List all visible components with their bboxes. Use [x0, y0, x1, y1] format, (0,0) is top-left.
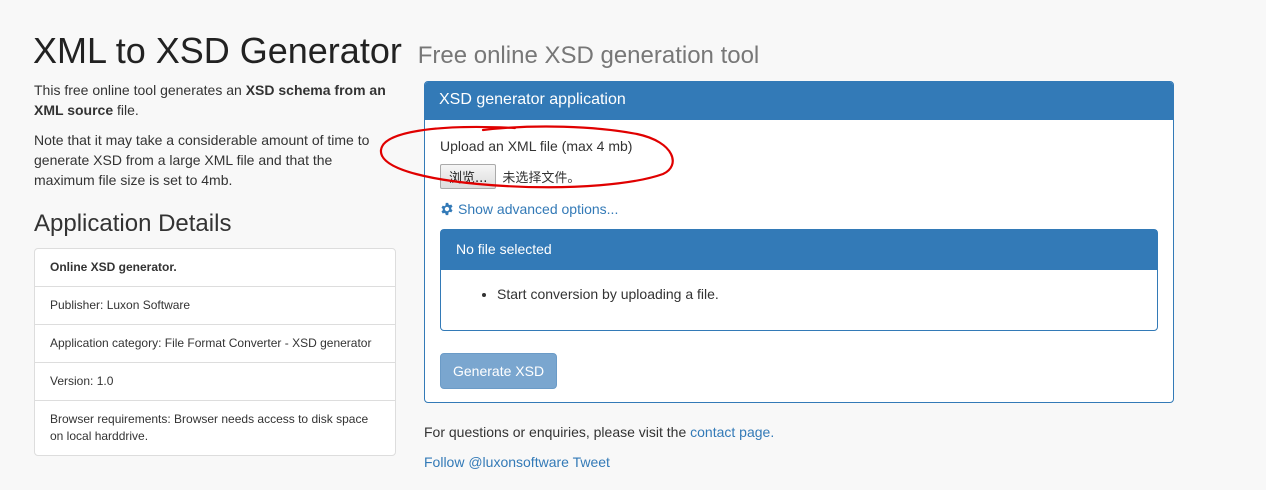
page-header: XML to XSD Generator Free online XSD gen… — [33, 30, 759, 72]
advanced-options-label: Show advanced options... — [458, 201, 619, 217]
status-item: Start conversion by uploading a file. — [497, 286, 1157, 302]
browse-button[interactable]: 浏览... — [440, 164, 497, 189]
panel-body: Upload an XML file (max 4 mb) 浏览... 未选择文… — [425, 120, 1173, 405]
panel-heading: XSD generator application — [425, 82, 1173, 120]
intro-p1-prefix: This free online tool generates an — [34, 82, 246, 98]
file-status: 未选择文件。 — [502, 171, 581, 186]
details-item-publisher: Publisher: Luxon Software — [35, 286, 395, 324]
details-item-category: Application category: File Format Conver… — [35, 324, 395, 362]
details-item-name: Online XSD generator. — [50, 260, 177, 274]
page-subtitle: Free online XSD generation tool — [417, 42, 760, 69]
tweet-link[interactable]: Tweet — [573, 454, 610, 470]
intro-p1-suffix: file. — [113, 102, 139, 118]
status-heading: No file selected — [441, 230, 1157, 270]
details-list: Online XSD generator. Publisher: Luxon S… — [34, 248, 396, 456]
show-advanced-options-link[interactable]: Show advanced options... — [440, 201, 1158, 217]
details-heading: Application Details — [34, 210, 232, 237]
generate-xsd-button[interactable]: Generate XSD — [440, 353, 558, 389]
contact-page-link[interactable]: contact page. — [690, 424, 774, 440]
status-panel: No file selected Start conversion by upl… — [440, 229, 1158, 331]
intro-text: This free online tool generates an XSD s… — [34, 80, 396, 190]
page-title: XML to XSD Generator — [33, 30, 402, 71]
intro-paragraph-1: This free online tool generates an XSD s… — [34, 80, 396, 120]
details-item-requirements: Browser requirements: Browser needs acce… — [35, 400, 395, 455]
questions-prefix: For questions or enquiries, please visit… — [424, 424, 691, 440]
generator-panel: XSD generator application Upload an XML … — [424, 81, 1174, 403]
questions-text: For questions or enquiries, please visit… — [424, 424, 774, 440]
gear-icon — [441, 202, 453, 216]
file-input[interactable]: 浏览... 未选择文件。 — [440, 164, 1158, 189]
follow-link[interactable]: Follow @luxonsoftware — [424, 454, 569, 470]
intro-paragraph-2: Note that it may take a considerable amo… — [34, 132, 370, 188]
details-item-version: Version: 1.0 — [35, 362, 395, 400]
status-list: Start conversion by uploading a file. — [441, 286, 1157, 302]
upload-label: Upload an XML file (max 4 mb) — [440, 138, 633, 154]
left-column: This free online tool generates an XSD s… — [34, 80, 396, 456]
social-links: Follow @luxonsoftware Tweet — [424, 454, 610, 470]
